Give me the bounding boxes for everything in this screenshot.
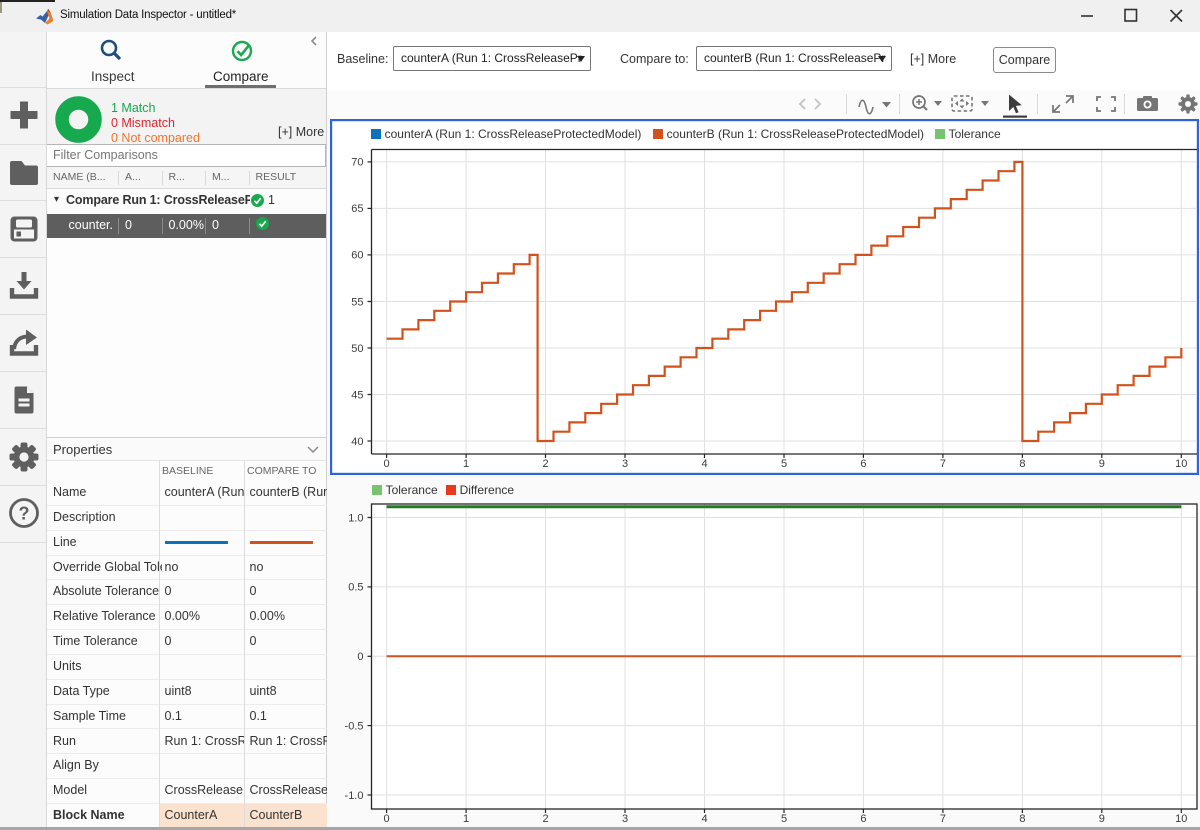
svg-text:2: 2: [542, 458, 548, 470]
svg-text:3: 3: [622, 458, 628, 470]
svg-text:3: 3: [622, 813, 628, 825]
svg-text:70: 70: [351, 157, 363, 169]
svg-text:6: 6: [860, 813, 866, 825]
svg-text:5: 5: [781, 813, 787, 825]
svg-text:8: 8: [1019, 458, 1025, 470]
svg-text:7: 7: [940, 813, 946, 825]
svg-text:-1.0: -1.0: [345, 790, 364, 802]
svg-text:65: 65: [351, 203, 363, 215]
svg-text:2: 2: [542, 813, 548, 825]
svg-text:1: 1: [463, 458, 469, 470]
svg-text:50: 50: [351, 343, 363, 355]
svg-text:9: 9: [1099, 813, 1105, 825]
svg-text:10: 10: [1175, 813, 1187, 825]
svg-text:10: 10: [1175, 458, 1187, 470]
svg-text:6: 6: [860, 458, 866, 470]
svg-text:4: 4: [701, 458, 707, 470]
svg-text:7: 7: [940, 458, 946, 470]
svg-text:60: 60: [351, 250, 363, 262]
svg-text:40: 40: [351, 436, 363, 448]
svg-text:8: 8: [1019, 813, 1025, 825]
svg-text:-0.5: -0.5: [345, 720, 364, 732]
svg-text:9: 9: [1099, 458, 1105, 470]
svg-text:0: 0: [357, 651, 363, 663]
svg-text:4: 4: [701, 813, 707, 825]
svg-text:55: 55: [351, 296, 363, 308]
svg-text:?: ?: [18, 504, 29, 524]
svg-text:0: 0: [384, 813, 390, 825]
svg-text:1.0: 1.0: [348, 512, 363, 524]
svg-text:45: 45: [351, 389, 363, 401]
svg-text:0.5: 0.5: [348, 582, 363, 594]
svg-text:1: 1: [463, 813, 469, 825]
svg-text:0: 0: [384, 458, 390, 470]
svg-text:5: 5: [781, 458, 787, 470]
